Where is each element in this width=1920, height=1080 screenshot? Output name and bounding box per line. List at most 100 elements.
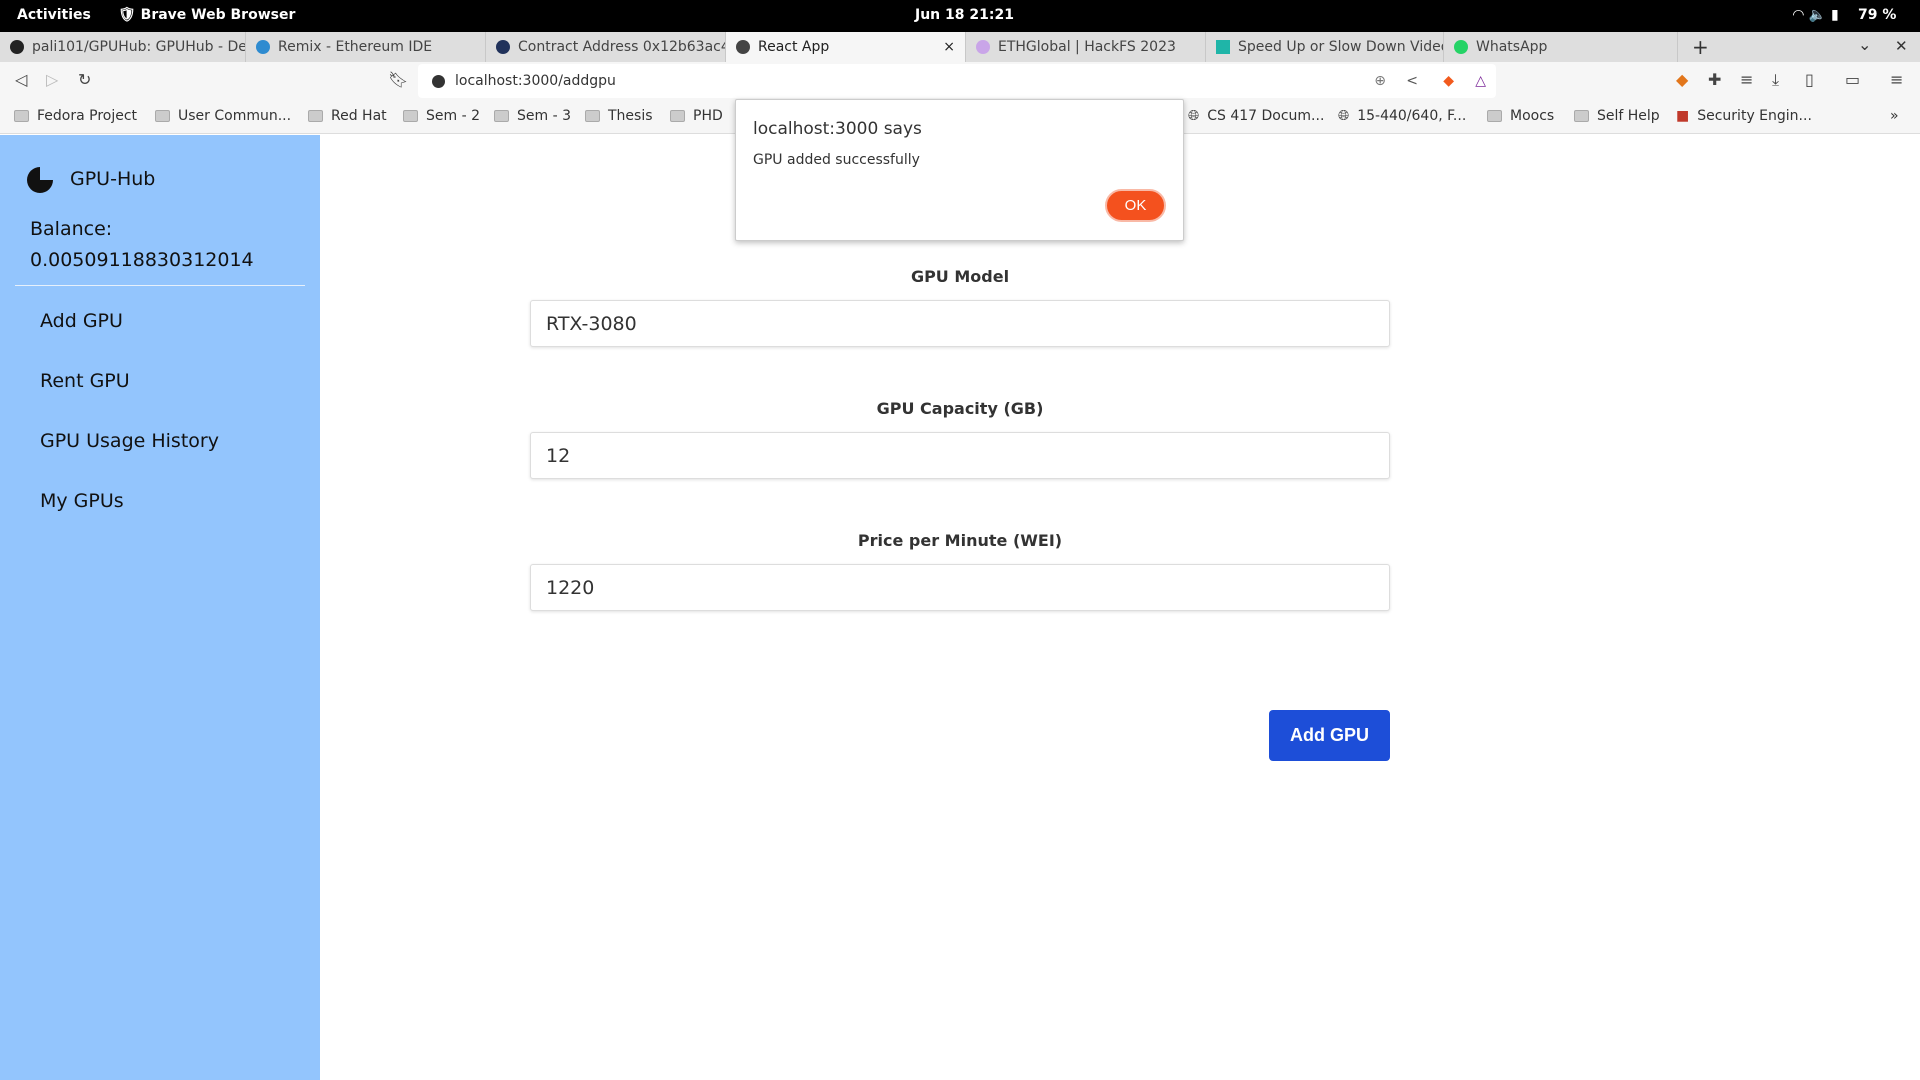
bookmark-item[interactable]: ■ Security Engin... [1676,108,1812,124]
folder-icon [1574,110,1589,122]
tab-contract[interactable]: Contract Address 0x12b63ac4 [486,32,726,62]
sidebar-item-usage-history[interactable]: GPU Usage History [40,430,219,452]
bookmark-label: Security Engin... [1697,108,1812,124]
sidebar-item-add-gpu[interactable]: Add GPU [40,310,123,332]
metamask-icon[interactable]: ◆ [1676,70,1688,89]
download-icon[interactable]: ⤓ [1772,70,1779,90]
wallet-icon[interactable]: ▭ [1845,70,1860,89]
tab-ethglobal[interactable]: ETHGlobal | HackFS 2023 [966,32,1206,62]
sidebar-item-my-gpus[interactable]: My GPUs [40,490,124,512]
folder-icon [585,110,600,122]
tab-remix[interactable]: Remix - Ethereum IDE [246,32,486,62]
tab-strip: pali101/GPUHub: GPUHub - De Remix - Ethe… [0,32,1920,62]
gpu-model-label: GPU Model [910,267,1010,286]
tab-react-app[interactable]: React App × [726,32,966,62]
tab-label: ETHGlobal | HackFS 2023 [998,39,1176,55]
balance-label: Balance: [30,218,113,240]
status-icons[interactable]: ◠ 🔈 ▮ [1793,7,1839,23]
bookmark-item[interactable]: User Commun... [155,108,291,124]
bookmark-label: Red Hat [331,108,387,124]
activities-button[interactable]: Activities [17,7,91,23]
tab-whatsapp[interactable]: WhatsApp [1444,32,1678,62]
ok-button[interactable]: OK [1105,189,1166,222]
dialog-title: localhost:3000 says [753,119,922,139]
price-input[interactable] [530,564,1390,611]
tab-list-button[interactable]: ⌄ [1858,35,1871,54]
bookmark-label: Moocs [1510,108,1555,124]
folder-icon [494,110,509,122]
pie-chart-logo-icon [27,167,53,193]
brave-rewards-icon[interactable]: △ [1475,73,1486,89]
ethglobal-icon [976,40,990,54]
folder-icon [14,110,29,122]
bookmark-label: Fedora Project [37,108,138,124]
etherscan-icon [496,40,510,54]
share-icon[interactable]: < [1406,73,1418,89]
remix-icon [256,40,270,54]
reload-icon[interactable]: ↻ [78,70,91,89]
shield-icon: ■ [1676,108,1690,124]
forward-icon[interactable]: ▷ [46,70,58,89]
bookmark-item[interactable]: Red Hat [308,108,387,124]
folder-icon [1487,110,1502,122]
sidebar [0,135,320,1080]
sidebar-divider [15,285,305,286]
github-icon [10,40,24,54]
bookmark-label: Thesis [608,108,653,124]
bookmark-item[interactable]: Thesis [585,108,653,124]
bookmark-item[interactable]: Sem - 2 [403,108,480,124]
folder-icon [403,110,418,122]
globe-icon: 🌐︎ [1188,108,1200,124]
close-window-button[interactable]: ✕ [1895,37,1908,55]
system-top-bar: Activities 🛡 Brave Web Browser Jun 18 21… [0,0,1920,32]
datetime[interactable]: Jun 18 21:21 [915,7,1014,23]
bookmark-item[interactable]: Sem - 3 [494,108,571,124]
price-label: Price per Minute (WEI) [857,531,1063,550]
bookmark-item[interactable]: Fedora Project [14,108,137,124]
app-name: 🛡 Brave Web Browser [118,7,296,23]
tab-label: pali101/GPUHub: GPUHub - De [32,39,246,55]
bookmark-label: PHD [693,108,723,124]
tab-github[interactable]: pali101/GPUHub: GPUHub - De [0,32,246,62]
folder-icon [155,110,170,122]
gpu-capacity-input[interactable] [530,432,1390,479]
bookmark-label: Sem - 3 [517,108,571,124]
tab-video-speed[interactable]: Speed Up or Slow Down Video [1206,32,1444,62]
extensions-icon[interactable]: ✚ [1708,70,1721,89]
bookmark-label: User Commun... [178,108,292,124]
new-tab-button[interactable]: + [1692,35,1709,59]
bookmark-label: CS 417 Docum... [1207,108,1325,124]
app-title[interactable]: GPU-Hub [70,168,155,190]
bookmark-item[interactable]: 🌐︎ CS 417 Docum... [1188,108,1324,124]
bookmark-item[interactable]: Moocs [1487,108,1554,124]
gpu-model-input[interactable] [530,300,1390,347]
add-gpu-button[interactable]: Add GPU [1269,710,1390,761]
tab-label: Contract Address 0x12b63ac4 [518,39,726,55]
brave-shields-icon[interactable]: ◆ [1443,73,1454,89]
balance-value: 0.00509118830312014 [30,249,254,271]
app-name-text: Brave Web Browser [140,7,296,23]
menu-icon[interactable]: ≡ [1890,70,1903,89]
address-bar[interactable]: localhost:3000/addgpu ⊕ < ◆ △ [418,64,1496,98]
info-icon[interactable] [432,74,445,88]
sidebar-toggle-icon[interactable]: ▯ [1805,70,1814,89]
bookmark-item[interactable]: Self Help [1574,108,1660,124]
folder-icon [308,110,323,122]
tab-label: Remix - Ethereum IDE [278,39,433,55]
bookmarks-more-button[interactable]: » [1890,108,1899,124]
tab-label: Speed Up or Slow Down Video [1238,39,1444,55]
globe-icon [736,40,750,54]
zoom-icon[interactable]: ⊕ [1374,73,1386,89]
bookmark-icon[interactable]: 🔖︎ [388,70,408,89]
url-text[interactable]: localhost:3000/addgpu [455,73,616,89]
dialog-message: GPU added successfully [753,152,920,168]
sidebar-item-rent-gpu[interactable]: Rent GPU [40,370,130,392]
back-icon[interactable]: ◁ [15,70,27,89]
playlist-icon[interactable]: ≡ [1740,70,1753,89]
bookmark-item[interactable]: 🌐︎ 15-440/640, F... [1338,108,1466,124]
globe-icon: 🌐︎ [1338,108,1350,124]
whatsapp-icon [1454,40,1468,54]
bookmark-label: Self Help [1597,108,1660,124]
tab-close-icon[interactable]: × [943,39,955,55]
bookmark-item[interactable]: PHD [670,108,723,124]
